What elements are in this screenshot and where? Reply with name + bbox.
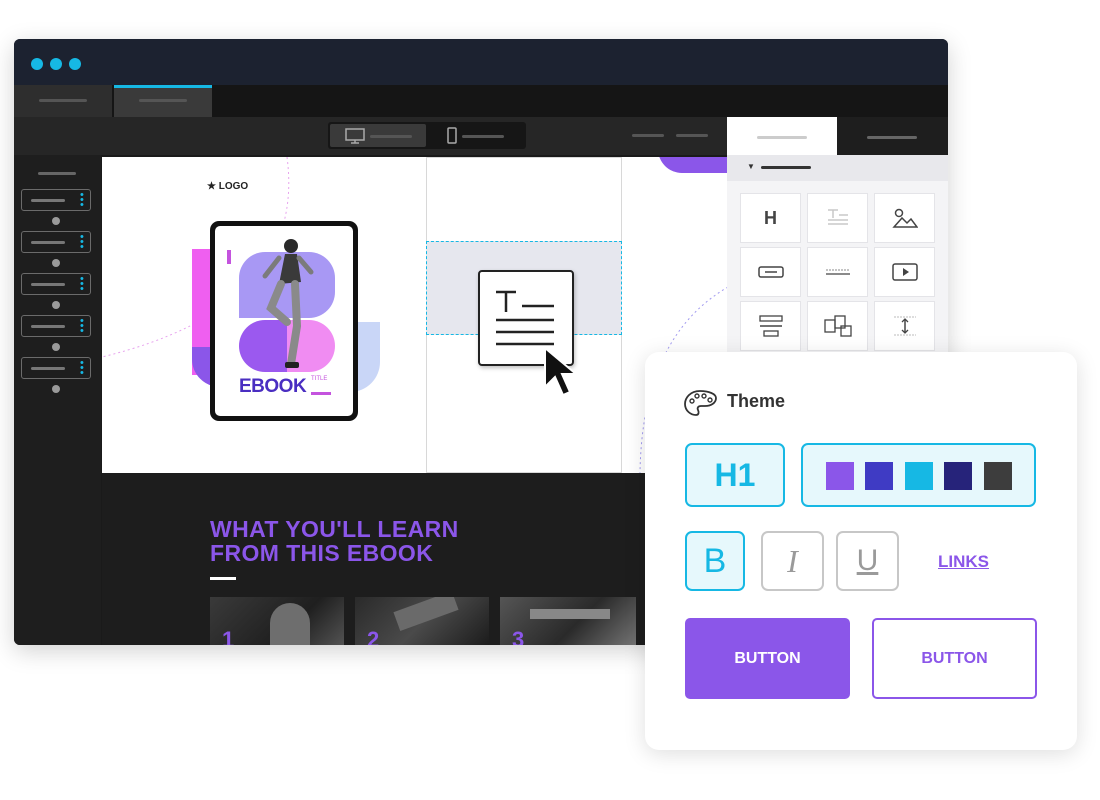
ebook-side-mark bbox=[227, 250, 231, 264]
cursor-icon bbox=[544, 345, 579, 397]
page-canvas: ★ LOGO EBOOK TITLE bbox=[102, 157, 728, 473]
tab-1[interactable] bbox=[14, 85, 112, 117]
italic-label: I bbox=[787, 542, 798, 579]
section-heading: WHAT YOU'LL LEARN FROM THIS EBOOK bbox=[210, 517, 459, 565]
desktop-view-button[interactable] bbox=[330, 124, 426, 147]
learn-section: WHAT YOU'LL LEARN FROM THIS EBOOK 1 2 3 bbox=[102, 473, 728, 645]
ebook-cover: EBOOK TITLE bbox=[215, 226, 353, 416]
add-layer-icon[interactable] bbox=[52, 385, 60, 393]
underline-label: U bbox=[856, 544, 879, 577]
add-layer-icon[interactable] bbox=[52, 259, 60, 267]
links-style-link[interactable]: LINKS bbox=[938, 552, 989, 572]
primary-button-sample[interactable]: BUTTON bbox=[685, 618, 850, 699]
collapse-caret-icon: ▼ bbox=[747, 162, 755, 171]
ebook-tag: TITLE bbox=[311, 376, 328, 382]
color-swatch-purple[interactable] bbox=[826, 462, 854, 490]
panel-section-header[interactable]: ▼ bbox=[727, 155, 948, 181]
thumbnail-card[interactable]: 2 bbox=[355, 597, 489, 645]
layer-item[interactable]: • • • bbox=[21, 231, 91, 253]
heading-underline bbox=[210, 577, 236, 580]
thumbnail-image bbox=[393, 597, 459, 631]
thumbnail-card[interactable]: 1 bbox=[210, 597, 344, 645]
divider-icon bbox=[825, 269, 850, 275]
ebook-title: EBOOK bbox=[239, 376, 307, 397]
text-element-button[interactable] bbox=[807, 193, 868, 243]
layer-item[interactable]: • • • bbox=[21, 315, 91, 337]
title-bar bbox=[14, 39, 948, 85]
image-element-button[interactable] bbox=[874, 193, 935, 243]
bold-button[interactable]: B bbox=[685, 531, 745, 591]
heading-sample-label: H1 bbox=[714, 456, 756, 493]
thumbnail-image bbox=[530, 609, 610, 619]
section-heading-line-1: WHAT YOU'LL LEARN bbox=[210, 516, 459, 542]
star-icon: ★ bbox=[207, 181, 219, 192]
window-dot-icon[interactable] bbox=[31, 58, 43, 70]
social-element-button[interactable] bbox=[807, 301, 868, 351]
window-dot-icon[interactable] bbox=[69, 58, 81, 70]
layer-item[interactable]: • • • bbox=[21, 189, 91, 211]
social-icon bbox=[823, 315, 852, 337]
button-icon bbox=[757, 266, 784, 278]
color-palette[interactable] bbox=[801, 443, 1036, 507]
paragraph-icon bbox=[827, 209, 848, 225]
bold-label: B bbox=[703, 541, 727, 580]
add-layer-icon[interactable] bbox=[52, 301, 60, 309]
primary-button-label: BUTTON bbox=[734, 649, 801, 667]
form-element-button[interactable] bbox=[740, 301, 801, 351]
spacer-icon bbox=[893, 316, 916, 336]
divider-element-button[interactable] bbox=[807, 247, 868, 297]
spacer-element-button[interactable] bbox=[874, 301, 935, 351]
thumbnail-image bbox=[270, 603, 310, 645]
image-icon bbox=[891, 208, 918, 228]
ebook-tablet[interactable]: EBOOK TITLE bbox=[210, 221, 358, 421]
button-element-button[interactable] bbox=[740, 247, 801, 297]
add-layer-icon[interactable] bbox=[52, 217, 60, 225]
theme-title: Theme bbox=[727, 391, 786, 411]
panel-tab-elements[interactable] bbox=[727, 117, 837, 155]
section-heading-line-2: FROM THIS EBOOK bbox=[210, 540, 434, 566]
form-icon bbox=[758, 315, 783, 337]
color-swatch-cyan[interactable] bbox=[905, 462, 933, 490]
monitor-icon bbox=[345, 128, 365, 144]
italic-button[interactable]: I bbox=[761, 531, 824, 591]
layers-sidebar: • • • • • • • • • • • • • • • bbox=[14, 155, 101, 645]
heading-element-button[interactable]: H bbox=[740, 193, 801, 243]
mobile-view-button[interactable] bbox=[428, 124, 524, 147]
panel-tab-settings[interactable] bbox=[837, 117, 948, 155]
palette-icon bbox=[684, 390, 717, 416]
layer-item[interactable]: • • • bbox=[21, 273, 91, 295]
video-icon bbox=[891, 263, 918, 281]
thumbnail-card[interactable]: 3 bbox=[500, 597, 636, 645]
secondary-button-label: BUTTON bbox=[921, 649, 988, 667]
color-swatch-blue[interactable] bbox=[865, 462, 893, 490]
thumbnail-number: 1 bbox=[222, 627, 235, 645]
tab-bar bbox=[14, 85, 948, 117]
phone-icon bbox=[447, 127, 457, 144]
logo-text: LOGO bbox=[218, 181, 249, 192]
heading-style-button[interactable]: H1 bbox=[685, 443, 785, 507]
thumbnail-number: 3 bbox=[512, 627, 525, 645]
athlete-image bbox=[262, 239, 314, 368]
theme-card: Theme H1 B I U LINKS BUTTON BUTTON bbox=[645, 352, 1077, 750]
layer-item[interactable]: • • • bbox=[21, 357, 91, 379]
color-swatch-navy[interactable] bbox=[944, 462, 972, 490]
secondary-button-sample[interactable]: BUTTON bbox=[872, 618, 1037, 699]
device-switcher bbox=[328, 122, 526, 149]
video-element-button[interactable] bbox=[874, 247, 935, 297]
thumbnail-number: 2 bbox=[367, 627, 380, 645]
logo[interactable]: ★ LOGO bbox=[207, 181, 248, 192]
underline-button[interactable]: U bbox=[836, 531, 899, 591]
window-dot-icon[interactable] bbox=[50, 58, 62, 70]
add-layer-icon[interactable] bbox=[52, 343, 60, 351]
color-swatch-charcoal[interactable] bbox=[984, 462, 1012, 490]
heading-label: H bbox=[764, 207, 777, 228]
text-block-icon bbox=[496, 290, 554, 346]
tab-2[interactable] bbox=[114, 85, 212, 117]
ebook-underline bbox=[311, 392, 331, 395]
